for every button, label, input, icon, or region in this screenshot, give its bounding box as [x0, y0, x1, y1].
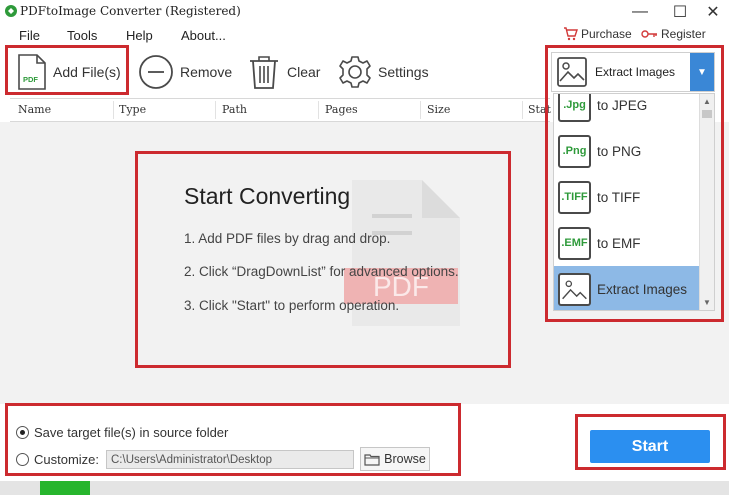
minus-circle-icon [139, 55, 173, 89]
folder-icon [364, 453, 380, 466]
mode-select-value: Extract Images [595, 65, 676, 79]
source-folder-radio[interactable] [16, 426, 29, 439]
output-path-field[interactable] [106, 450, 354, 469]
save-in-source-option[interactable]: Save target file(s) in source folder [16, 425, 228, 440]
dropdown-item-extract-images[interactable]: Extract Images [554, 266, 700, 310]
gear-icon [339, 56, 371, 88]
trash-icon [250, 56, 278, 89]
customize-option[interactable]: Customize: [16, 452, 99, 467]
cart-icon [564, 27, 578, 41]
progress-bar-fill [40, 481, 90, 495]
column-pages[interactable]: Pages [325, 103, 358, 116]
minimize-button[interactable]: — [626, 2, 654, 22]
dropdown-item-emf[interactable]: .EMF to EMF [554, 220, 700, 266]
clear-button[interactable]: Clear [247, 50, 320, 94]
register-label: Register [661, 27, 706, 41]
dropdown-scrollbar[interactable]: ▲ ▼ [699, 94, 714, 310]
column-path[interactable]: Path [222, 103, 247, 116]
dropdown-item-tiff[interactable]: .TIFF to TIFF [554, 174, 700, 220]
conversion-mode-dropdown: .Jpg to JPEG .Png to PNG .TIFF to TIFF .… [553, 93, 715, 311]
source-folder-label: Save target file(s) in source folder [34, 425, 229, 440]
browse-label: Browse [384, 452, 426, 466]
image-icon [557, 57, 587, 87]
mode-dropdown-arrow[interactable]: ▼ [690, 53, 714, 91]
app-logo-icon [5, 5, 17, 17]
scroll-up-icon[interactable]: ▲ [700, 94, 714, 109]
dropdown-item-label: to PNG [597, 143, 642, 159]
dropdown-item-label: to JPEG [597, 97, 648, 113]
settings-button[interactable]: Settings [338, 50, 429, 94]
menu-file[interactable]: File [19, 28, 40, 43]
conversion-mode-select[interactable]: Extract Images ▼ [551, 52, 715, 92]
column-type[interactable]: Type [119, 103, 146, 116]
guide-step-2: 2. Click “DragDownList” for advanced opt… [184, 264, 459, 279]
dropdown-item-label: to EMF [597, 235, 641, 251]
clear-label: Clear [287, 64, 321, 80]
customize-label: Customize: [34, 452, 100, 467]
start-button[interactable]: Start [590, 430, 710, 463]
menu-about[interactable]: About... [181, 28, 226, 43]
start-guide: PDF Start Converting 1. Add PDF files by… [137, 153, 509, 366]
dropdown-item-png[interactable]: .Png to PNG [554, 128, 700, 174]
close-button[interactable]: ✕ [699, 2, 727, 22]
emf-format-icon: .EMF [558, 226, 591, 260]
maximize-button[interactable]: ☐ [666, 2, 694, 22]
guide-title: Start Converting [184, 183, 351, 209]
menu-bar: File Tools Help About... [0, 26, 500, 46]
remove-button[interactable]: Remove [138, 50, 232, 94]
jpg-format-icon: .Jpg [558, 94, 591, 122]
key-icon [641, 30, 657, 38]
menu-tools[interactable]: Tools [67, 28, 97, 43]
file-table-header: Name Type Path Pages Size Stat [10, 98, 551, 122]
add-files-label: Add File(s) [53, 64, 121, 80]
pdf-file-icon: PDF [18, 54, 46, 90]
dropdown-item-jpeg[interactable]: .Jpg to JPEG [554, 94, 700, 128]
window-title: PDFtoImage Converter (Registered) [20, 4, 241, 18]
guide-step-1: 1. Add PDF files by drag and drop. [184, 231, 391, 246]
settings-label: Settings [378, 64, 429, 80]
purchase-link[interactable]: Purchase [563, 27, 632, 41]
register-link[interactable]: Register [641, 27, 706, 41]
remove-label: Remove [180, 64, 233, 80]
column-name[interactable]: Name [18, 103, 51, 116]
guide-step-3: 3. Click "Start" to perform operation. [184, 298, 400, 313]
dropdown-item-label: Extract Images [597, 281, 688, 297]
scroll-down-icon[interactable]: ▼ [700, 295, 714, 310]
title-bar: PDFtoImage Converter (Registered) — ☐ ✕ [0, 0, 729, 24]
image-icon [558, 272, 591, 306]
add-files-button[interactable]: PDF Add File(s) [17, 50, 121, 94]
dropdown-item-label: to TIFF [597, 189, 641, 205]
column-status[interactable]: Stat [528, 103, 551, 116]
scrollbar-thumb[interactable] [702, 110, 712, 118]
progress-bar [0, 481, 729, 495]
column-size[interactable]: Size [427, 103, 450, 116]
svg-text:PDF: PDF [23, 75, 38, 84]
purchase-label: Purchase [581, 27, 632, 41]
chevron-down-icon: ▼ [697, 66, 707, 78]
browse-button[interactable]: Browse [360, 447, 430, 471]
customize-radio[interactable] [16, 453, 29, 466]
tiff-format-icon: .TIFF [558, 180, 591, 214]
menu-help[interactable]: Help [126, 28, 153, 43]
png-format-icon: .Png [558, 134, 591, 168]
